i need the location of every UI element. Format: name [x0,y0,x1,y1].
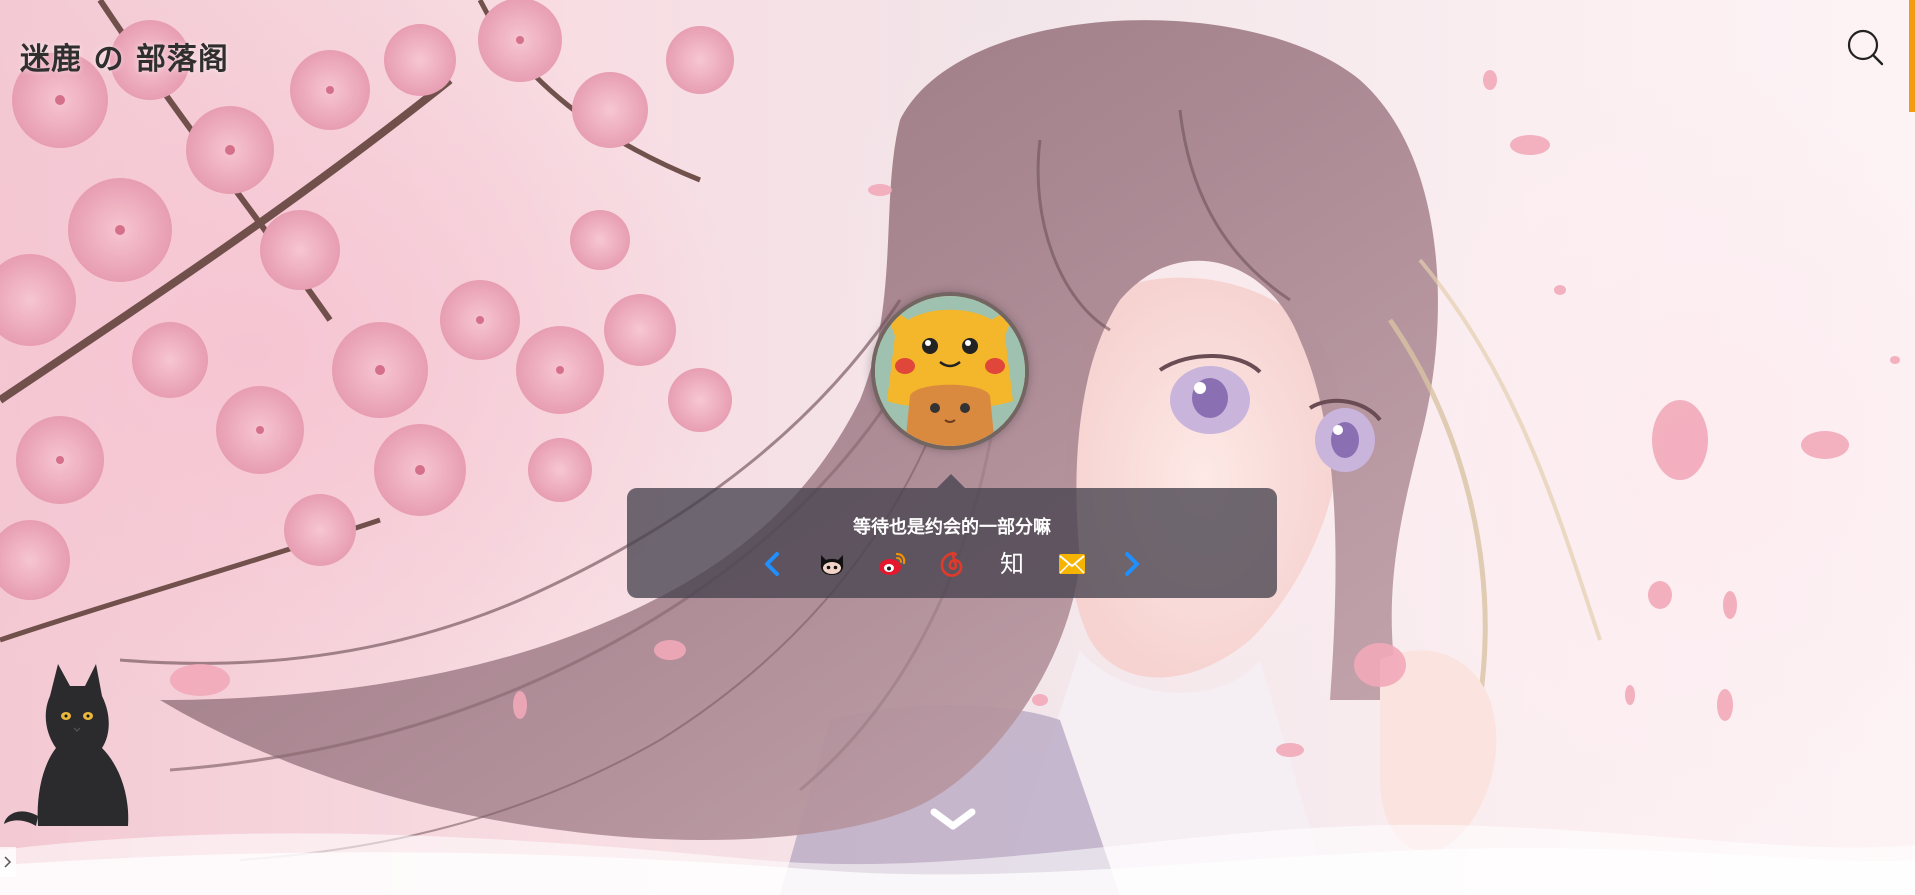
hero-page: 迷鹿 の 部落阁 等待也是约会的一部分嘛 知 [0,0,1915,895]
email-icon[interactable] [1057,549,1087,579]
zhihu-icon[interactable]: 知 [997,549,1027,579]
weibo-icon[interactable] [877,549,907,579]
cat-mascot[interactable] [0,656,140,832]
chevron-left-icon[interactable] [757,549,787,579]
info-card-pointer [937,474,965,488]
chevron-down-icon[interactable] [928,806,978,834]
motto-text: 等待也是约会的一部分嘛 [853,517,1051,538]
netease-music-icon[interactable] [937,549,967,579]
scroll-progress-bar [1909,0,1915,112]
site-title[interactable]: 迷鹿 の 部落阁 [20,34,229,78]
avatar[interactable] [871,292,1029,450]
chevron-right-small-icon [4,856,12,868]
sidebar-toggle[interactable] [0,847,16,877]
search-icon[interactable] [1846,28,1886,68]
chevron-right-icon[interactable] [1117,549,1147,579]
social-links: 知 [627,546,1277,582]
github-icon[interactable] [817,549,847,579]
info-card: 等待也是约会的一部分嘛 知 [627,488,1277,598]
zhihu-label: 知 [1000,550,1024,578]
